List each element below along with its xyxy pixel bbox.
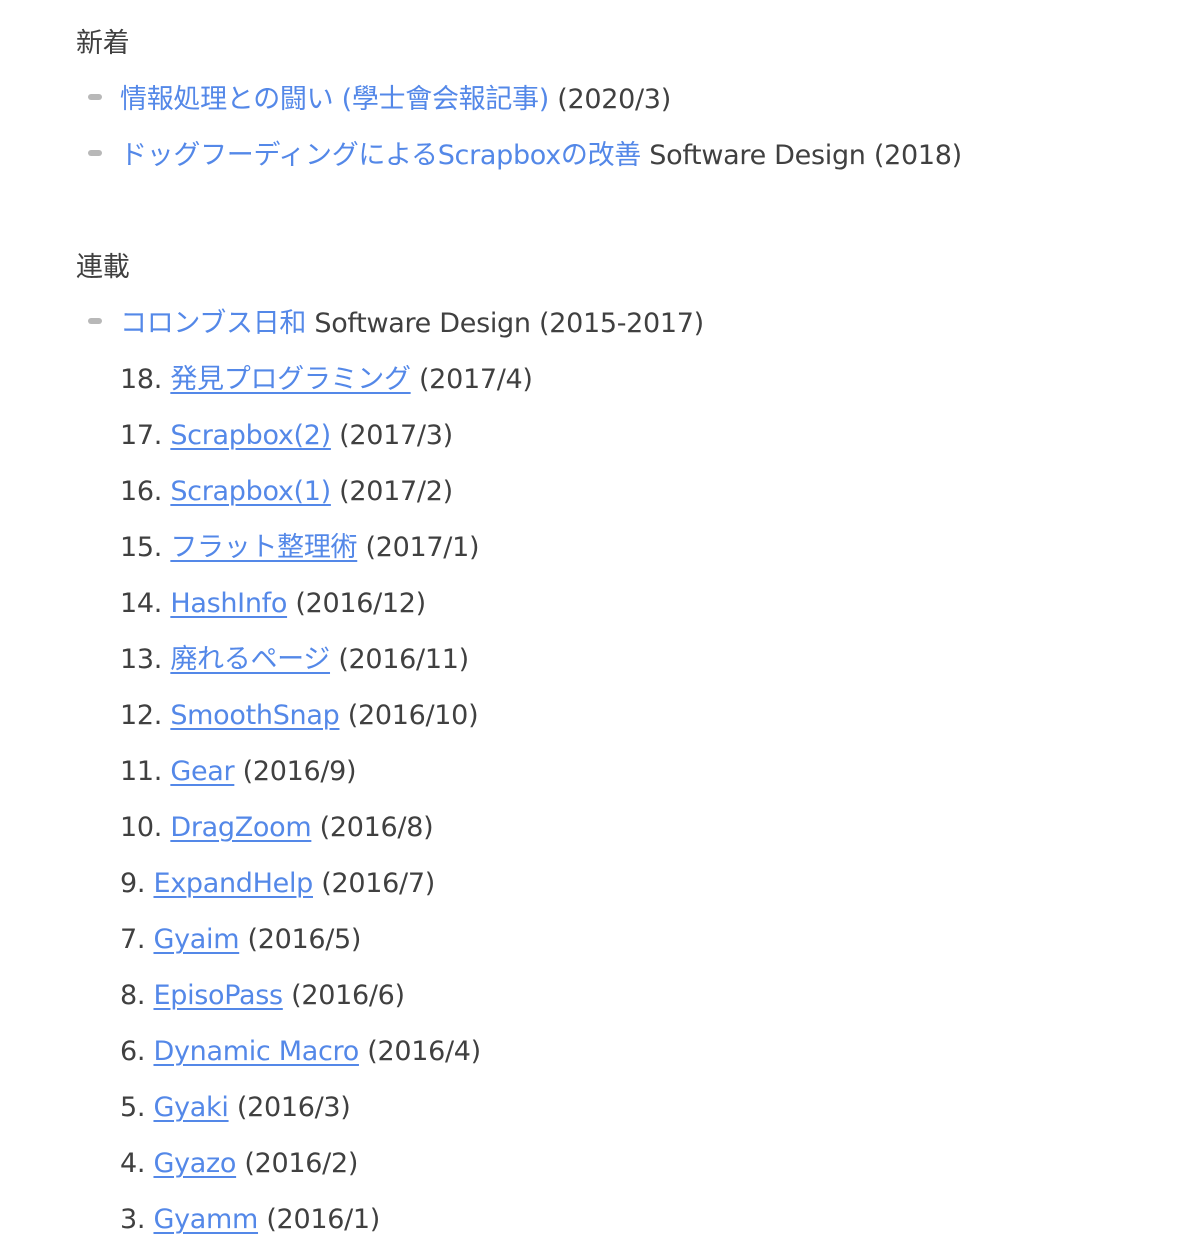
numbered-item: 8. EpisoPass (2016/6) xyxy=(120,968,405,1024)
numbered-item: 3. Gyamm (2016/1) xyxy=(120,1192,380,1248)
article-link[interactable]: Scrapbox(1) xyxy=(170,476,331,507)
item-date: (2017/4) xyxy=(418,364,533,395)
item-number: 15. xyxy=(120,532,163,563)
item-number: 3. xyxy=(120,1204,146,1235)
item-date: (2017/3) xyxy=(339,420,453,451)
article-link[interactable]: EpisoPass xyxy=(153,980,283,1011)
article-link[interactable]: Scrapbox(2) xyxy=(170,420,331,451)
item-suffix: Software Design (2018) xyxy=(640,140,962,171)
article-link[interactable]: 情報処理との闘い (學士會会報記事) xyxy=(120,84,549,115)
item-date: (2016/10) xyxy=(347,700,479,731)
item-date: (2016/6) xyxy=(291,980,405,1011)
list-item: コロンブス日和 Software Design (2015-2017) xyxy=(88,296,704,352)
item-number: 7. xyxy=(120,924,146,955)
section-heading-series: 連載 xyxy=(76,240,130,296)
numbered-item: 17. Scrapbox(2) (2017/3) xyxy=(120,408,453,464)
item-date: (2016/12) xyxy=(295,588,426,619)
item-date: (2016/3) xyxy=(236,1092,351,1123)
article-link[interactable]: HashInfo xyxy=(170,588,287,619)
article-link[interactable]: 発見プログラミング xyxy=(170,364,411,395)
item-number: 16. xyxy=(120,476,163,507)
item-date: (2017/1) xyxy=(365,532,480,563)
numbered-item: 16. Scrapbox(1) (2017/2) xyxy=(120,464,453,520)
numbered-item: 4. Gyazo (2016/2) xyxy=(120,1136,358,1192)
bullet-icon xyxy=(88,93,102,100)
numbered-item: 18. 発見プログラミング (2017/4) xyxy=(120,352,533,408)
bullet-icon xyxy=(88,149,102,156)
numbered-item: 14. HashInfo (2016/12) xyxy=(120,576,426,632)
numbered-item: 6. Dynamic Macro (2016/4) xyxy=(120,1024,481,1080)
article-link[interactable]: SmoothSnap xyxy=(170,700,339,731)
item-date: (2016/11) xyxy=(338,644,469,675)
item-number: 4. xyxy=(120,1148,146,1179)
numbered-item: 7. Gyaim (2016/5) xyxy=(120,912,361,968)
article-link[interactable]: Gear xyxy=(170,756,234,787)
item-date: (2016/9) xyxy=(242,756,357,787)
page-content: 新着 情報処理との闘い (學士會会報記事) (2020/3) ドッグフーディング… xyxy=(0,0,1202,1254)
article-link[interactable]: Gyaim xyxy=(153,924,239,955)
item-number: 17. xyxy=(120,420,163,451)
item-date: (2016/1) xyxy=(266,1204,380,1235)
item-date: (2016/4) xyxy=(367,1036,481,1067)
item-date: (2016/2) xyxy=(244,1148,359,1179)
list-item: 情報処理との闘い (學士會会報記事) (2020/3) xyxy=(88,72,671,128)
article-link[interactable]: DragZoom xyxy=(170,812,311,843)
list-item: ドッグフーディングによるScrapboxの改善 Software Design … xyxy=(88,128,962,184)
heading-text: 新着 xyxy=(76,28,130,59)
item-number: 18. xyxy=(120,364,163,395)
article-link[interactable]: Gyazo xyxy=(153,1148,236,1179)
numbered-item: 13. 廃れるページ (2016/11) xyxy=(120,632,469,688)
article-link[interactable]: ExpandHelp xyxy=(153,868,313,899)
article-link[interactable]: ドッグフーディングによるScrapboxの改善 xyxy=(120,140,641,171)
item-date: (2016/7) xyxy=(321,868,435,899)
series-link[interactable]: コロンブス日和 xyxy=(120,308,306,339)
numbered-item: 10. DragZoom (2016/8) xyxy=(120,800,434,856)
article-link[interactable]: Dynamic Macro xyxy=(153,1036,359,1067)
article-link[interactable]: フラット整理術 xyxy=(170,532,357,563)
item-number: 13. xyxy=(120,644,163,675)
item-number: 14. xyxy=(120,588,163,619)
numbered-item: 11. Gear (2016/9) xyxy=(120,744,357,800)
article-link[interactable]: Gyaki xyxy=(153,1092,228,1123)
item-number: 6. xyxy=(120,1036,146,1067)
item-date: (2017/2) xyxy=(339,476,453,507)
item-date: (2016/5) xyxy=(247,924,362,955)
item-number: 8. xyxy=(120,980,146,1011)
article-link[interactable]: Gyamm xyxy=(153,1204,258,1235)
item-number: 9. xyxy=(120,868,146,899)
heading-text: 連載 xyxy=(76,252,130,283)
article-link[interactable]: 廃れるページ xyxy=(170,644,330,675)
item-suffix: (2020/3) xyxy=(548,84,671,115)
item-number: 5. xyxy=(120,1092,146,1123)
numbered-item: 15. フラット整理術 (2017/1) xyxy=(120,520,480,576)
bullet-icon xyxy=(88,317,102,324)
numbered-item: 12. SmoothSnap (2016/10) xyxy=(120,688,479,744)
numbered-item: 9. ExpandHelp (2016/7) xyxy=(120,856,435,912)
numbered-item: 5. Gyaki (2016/3) xyxy=(120,1080,351,1136)
item-number: 11. xyxy=(120,756,163,787)
item-suffix: Software Design (2015-2017) xyxy=(306,308,704,339)
item-number: 10. xyxy=(120,812,163,843)
item-date: (2016/8) xyxy=(319,812,434,843)
item-number: 12. xyxy=(120,700,163,731)
section-heading-new: 新着 xyxy=(76,16,130,72)
